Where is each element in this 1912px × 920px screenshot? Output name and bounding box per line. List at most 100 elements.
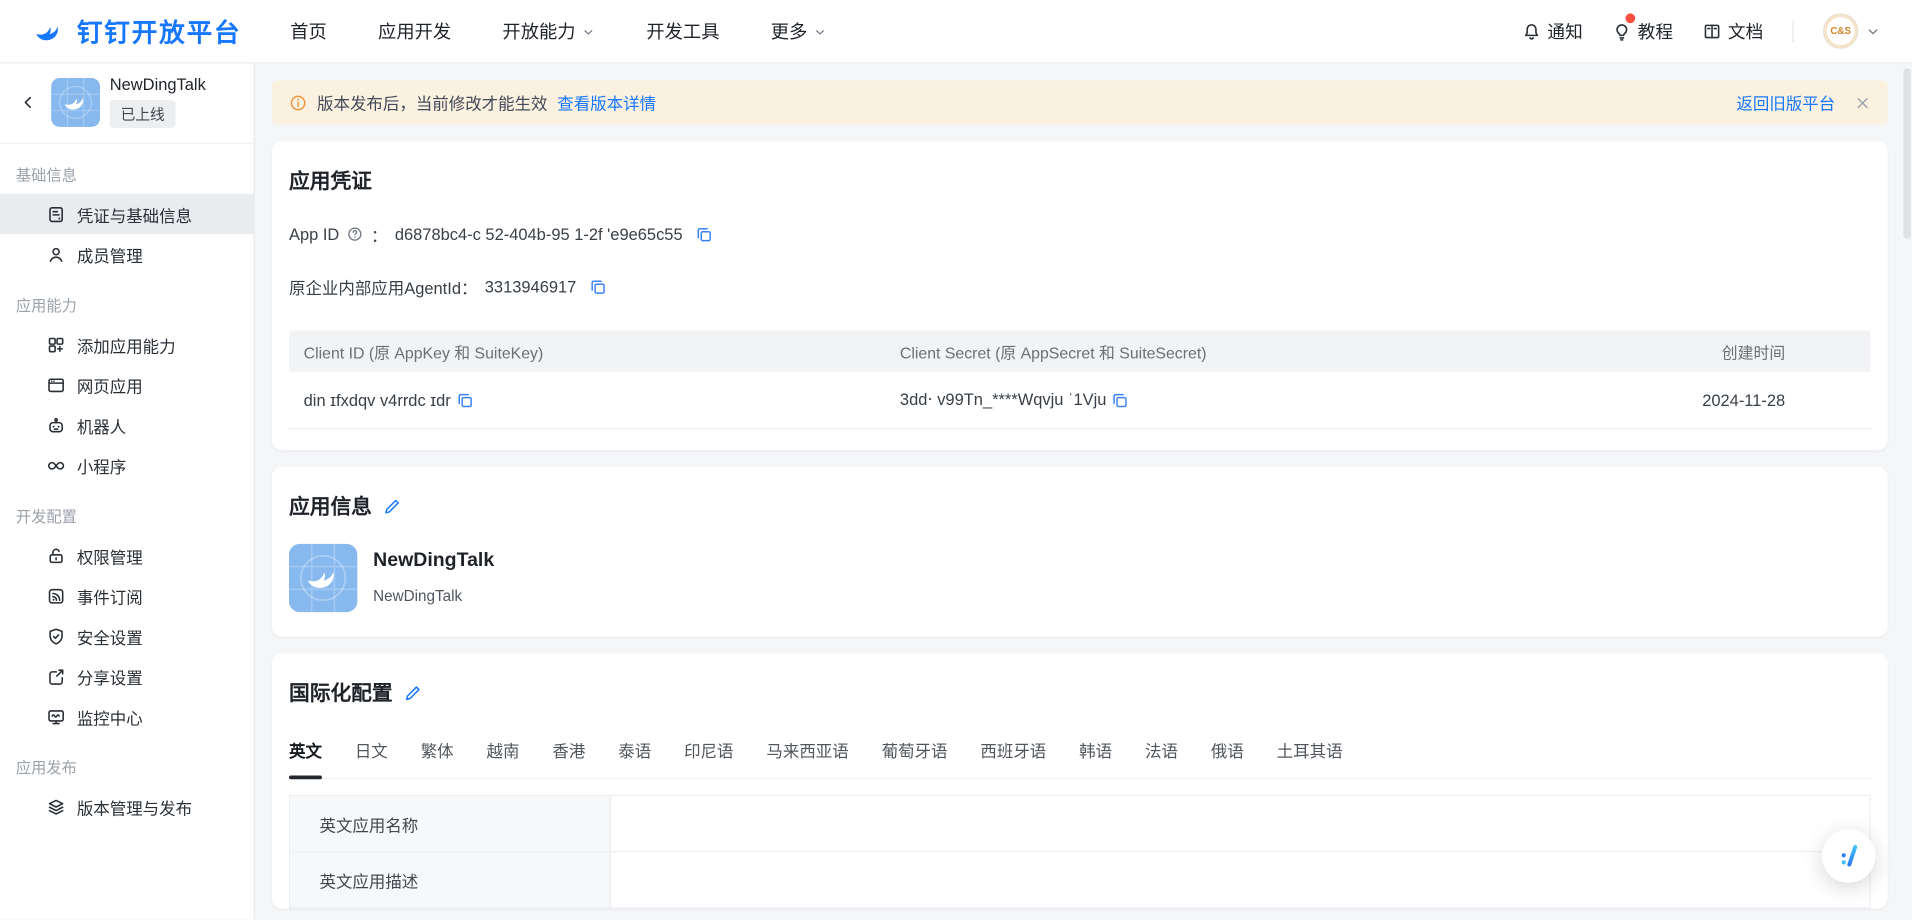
app-id-row: App ID ： d6878bc4-c 52-404b-95 1-2f 'e9e… [289,222,1871,246]
tab-korean[interactable]: 韩语 [1079,738,1112,778]
tab-thai[interactable]: 泰语 [618,738,651,778]
tab-portuguese[interactable]: 葡萄牙语 [882,738,948,778]
tutorial-button[interactable]: 教程 [1612,18,1673,44]
tab-traditional[interactable]: 繁体 [421,738,454,778]
version-notice-banner: 版本发布后，当前修改才能生效 查看版本详情 返回旧版平台 [272,80,1888,124]
layers-icon [46,797,66,817]
divider [1793,20,1794,42]
sidebar-item-version-release[interactable]: 版本管理与发布 [0,787,254,827]
table-row: din ɪfxdqv v4rrdc ɪdr 3dd‧ v99Tn_****Wqv… [289,372,1871,429]
tab-vietnamese[interactable]: 越南 [487,738,520,778]
notification-dot [1625,13,1635,23]
nav-utilities: 通知 教程 文档 C&S [1522,13,1881,48]
sidebar-item-add-capability[interactable]: 添加应用能力 [0,324,254,364]
col-created: 创建时间 [1541,340,1870,363]
i18n-name-label: 英文应用名称 [290,796,611,851]
chevron-down-icon [582,26,595,39]
account-menu[interactable]: C&S [1823,13,1880,48]
edit-pencil-icon[interactable] [404,683,422,701]
tab-turkish[interactable]: 土耳其语 [1277,738,1343,778]
copy-icon[interactable] [695,225,713,243]
sidebar-item-members[interactable]: 成员管理 [0,234,254,274]
help-icon[interactable] [347,226,364,243]
back-to-old-platform-link[interactable]: 返回旧版平台 [1736,90,1835,114]
ai-assistant-button[interactable] [1822,829,1876,883]
infinity-icon [46,455,66,475]
dove-logo-icon [32,13,69,50]
docs-button[interactable]: 文档 [1702,18,1763,44]
nav-home[interactable]: 首页 [290,18,327,44]
tab-malay[interactable]: 马来西亚语 [766,738,848,778]
banner-message: 版本发布后，当前修改才能生效 [317,90,547,114]
i18n-card: 国际化配置 英文 日文 繁体 越南 香港 泰语 印尼语 马来西亚语 葡萄牙语 西… [272,654,1888,909]
nav-app-dev[interactable]: 应用开发 [378,18,451,44]
ai-magic-icon [1834,841,1863,870]
sidebar-item-web-app[interactable]: 网页应用 [0,365,254,405]
edit-pencil-icon[interactable] [383,497,401,515]
user-icon [46,244,66,264]
agent-id-row: 原企业内部应用AgentId： 3313946917 [289,274,1871,298]
nav-dev-tools[interactable]: 开发工具 [646,18,719,44]
status-badge: 已上线 [110,100,176,128]
col-client-id: Client ID (原 AppKey 和 SuiteKey) [289,340,885,363]
created-date: 2024-11-28 [1702,391,1785,409]
tab-spanish[interactable]: 西班牙语 [980,738,1046,778]
sidebar-item-permissions[interactable]: 权限管理 [0,535,254,575]
copy-icon[interactable] [1111,391,1129,409]
view-version-link[interactable]: 查看版本详情 [557,90,656,114]
nav-more[interactable]: 更多 [771,18,827,44]
sidebar-item-robot[interactable]: 机器人 [0,405,254,445]
tab-indonesian[interactable]: 印尼语 [684,738,733,778]
i18n-desc-label: 英文应用描述 [290,852,611,907]
app-window: 钉钉开放平台 首页 应用开发 开放能力 开发工具 更多 通知 教程 文档 [0,0,1912,920]
sidebar-item-miniprogram[interactable]: 小程序 [0,445,254,485]
table-row: 英文应用名称 [290,796,1869,851]
nav-open-capabilities[interactable]: 开放能力 [502,18,595,44]
app-description: NewDingTalk [373,588,494,605]
dingtalk-logo[interactable]: 钉钉开放平台 [32,13,242,50]
sidebar-group-release: 应用发布 [0,737,254,787]
sidebar-group-basic-info: 基础信息 [0,144,254,194]
i18n-table: 英文应用名称 英文应用描述 [289,795,1871,908]
back-button[interactable] [15,88,42,115]
table-row: 英文应用描述 [290,851,1869,907]
i18n-desc-value[interactable] [611,852,1869,907]
share-icon [46,666,66,686]
main-content: 版本发布后，当前修改才能生效 查看版本详情 返回旧版平台 应用凭证 App ID… [256,63,1912,919]
sidebar: NewDingTalk 已上线 基础信息 凭证与基础信息 成员管理 应用能力 添… [0,63,255,919]
book-icon [1702,21,1722,41]
bell-icon [1522,21,1542,41]
copy-icon[interactable] [456,391,474,409]
credentials-title: 应用凭证 [289,163,372,193]
tab-japanese[interactable]: 日文 [355,738,388,778]
tab-hongkong[interactable]: 香港 [552,738,585,778]
vertical-scrollbar[interactable] [1903,68,1910,239]
browser-icon [46,375,66,395]
top-navbar: 钉钉开放平台 首页 应用开发 开放能力 开发工具 更多 通知 教程 文档 [0,0,1912,63]
close-icon[interactable] [1855,95,1871,111]
app-info-title: 应用信息 [289,489,372,519]
credentials-table: Client ID (原 AppKey 和 SuiteKey) Client S… [289,330,1871,429]
i18n-name-value[interactable] [611,796,1869,851]
tab-english[interactable]: 英文 [289,738,322,778]
sidebar-group-dev-config: 开发配置 [0,485,254,535]
sidebar-item-security[interactable]: 安全设置 [0,616,254,656]
app-id-value: d6878bc4-c 52-404b-95 1-2f 'e9e65c55 [395,225,683,243]
credentials-table-header: Client ID (原 AppKey 和 SuiteKey) Client S… [289,330,1871,371]
agent-id-value: 3313946917 [485,277,577,295]
tab-french[interactable]: 法语 [1145,738,1178,778]
language-tabs: 英文 日文 繁体 越南 香港 泰语 印尼语 马来西亚语 葡萄牙语 西班牙语 韩语… [289,738,1871,779]
sidebar-app-header: NewDingTalk 已上线 [0,63,254,143]
robot-icon [46,415,66,435]
sidebar-item-share-settings[interactable]: 分享设置 [0,656,254,696]
sidebar-item-monitor-center[interactable]: 监控中心 [0,696,254,736]
sidebar-item-event-subscription[interactable]: 事件订阅 [0,576,254,616]
notifications-button[interactable]: 通知 [1522,18,1583,44]
sidebar-item-credentials[interactable]: 凭证与基础信息 [0,194,254,234]
unlock-icon [46,546,66,566]
tab-russian[interactable]: 俄语 [1211,738,1244,778]
avatar: C&S [1823,13,1858,48]
copy-icon[interactable] [589,277,607,295]
app-icon-large [289,544,357,612]
shield-check-icon [46,626,66,646]
